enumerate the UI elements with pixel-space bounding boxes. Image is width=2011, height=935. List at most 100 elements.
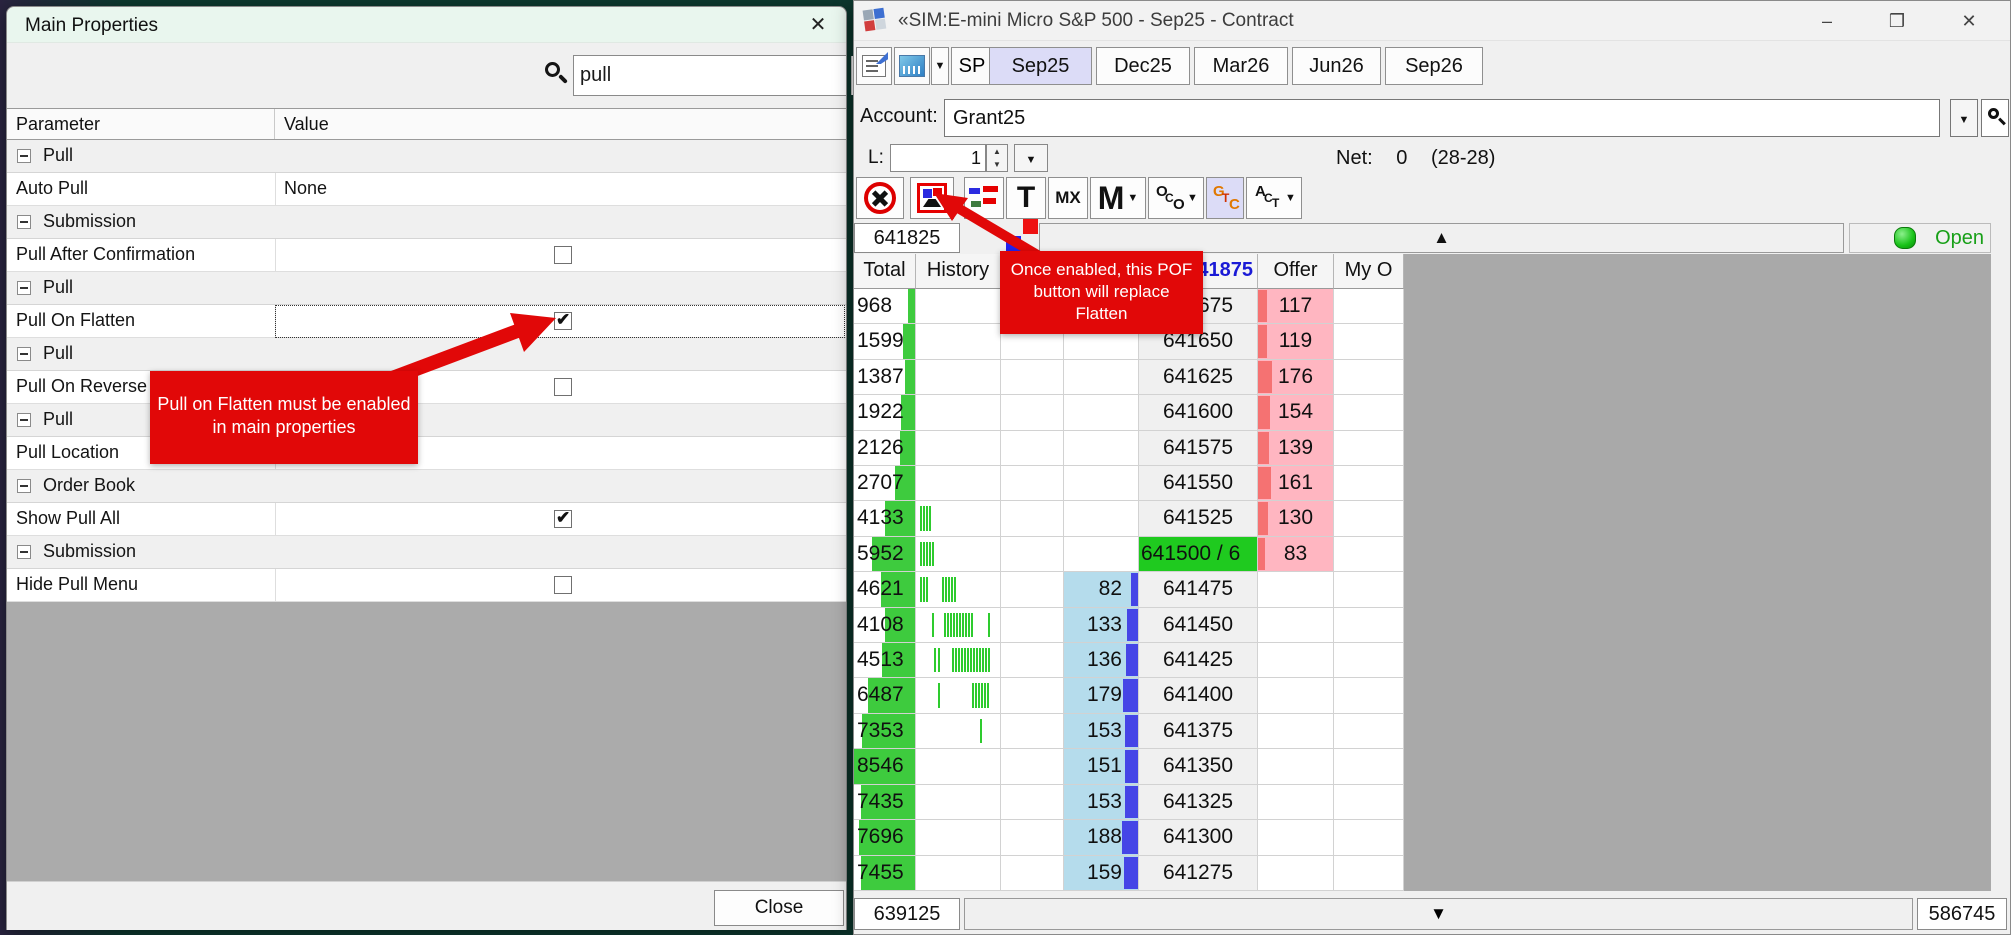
collapse-icon[interactable] [17,347,31,361]
total-cell[interactable]: 7435 [854,785,916,819]
my-offer-cell[interactable] [1334,360,1404,394]
my-offer-cell[interactable] [1334,501,1404,535]
bid-size-cell[interactable] [1064,395,1139,429]
my-offer-cell[interactable] [1334,537,1404,571]
account-type-button[interactable]: ACT ▼ [1246,177,1302,219]
my-offer-cell[interactable] [1334,643,1404,677]
price-cell[interactable]: 641600 [1139,395,1258,429]
total-cell[interactable]: 4513 [854,643,916,677]
history-cell[interactable] [916,360,1001,394]
history-cell[interactable] [916,537,1001,571]
bid-size-cell[interactable]: 153 [1064,785,1139,819]
symbol-selector[interactable]: SP [951,47,993,85]
my-bid-cell[interactable] [1001,749,1064,783]
offer-size-cell[interactable] [1258,856,1334,890]
offer-size-cell[interactable]: 154 [1258,395,1334,429]
bid-size-cell[interactable]: 151 [1064,749,1139,783]
my-offer-cell[interactable] [1334,466,1404,500]
total-cell[interactable]: 7696 [854,820,916,854]
offer-size-cell[interactable]: 161 [1258,466,1334,500]
title-bar[interactable]: Main Properties ✕ [7,7,846,43]
my-offer-cell[interactable] [1334,324,1404,358]
offer-size-cell[interactable]: 176 [1258,360,1334,394]
my-offer-cell[interactable] [1334,572,1404,606]
close-button[interactable]: Close [714,890,844,926]
value-checkbox[interactable] [554,576,572,594]
mx-button[interactable]: MX [1048,177,1088,219]
lots-input[interactable] [890,144,986,172]
parameter-row[interactable]: Pull On Flatten [7,305,846,338]
minimize-icon[interactable]: – [1804,5,1850,37]
total-cell[interactable]: 1922 [854,395,916,429]
price-cell[interactable]: 641350 [1139,749,1258,783]
chart-dropdown-button[interactable]: ▼ [931,47,949,85]
price-cell[interactable]: 641525 [1139,501,1258,535]
market-order-button[interactable]: M▼ [1090,177,1146,219]
history-cell[interactable] [916,466,1001,500]
ladder-column-header[interactable]: My O [1334,254,1404,289]
tab-jun26[interactable]: Jun26 [1292,47,1381,85]
pull-on-flatten-button[interactable] [910,177,954,219]
price-cell[interactable]: 641625 [1139,360,1258,394]
history-cell[interactable] [916,785,1001,819]
parameter-row[interactable]: Pull After Confirmation [7,239,846,272]
history-cell[interactable] [916,289,1001,323]
my-bid-cell[interactable] [1001,395,1064,429]
lots-dropdown-button[interactable]: ▼ [1014,144,1048,172]
bid-size-cell[interactable] [1064,431,1139,465]
price-cell[interactable]: 641300 [1139,820,1258,854]
my-offer-cell[interactable] [1334,714,1404,748]
my-bid-cell[interactable] [1001,572,1064,606]
total-cell[interactable]: 7353 [854,714,916,748]
value-checkbox[interactable] [554,246,572,264]
my-offer-cell[interactable] [1334,820,1404,854]
bid-size-cell[interactable] [1064,466,1139,500]
my-bid-cell[interactable] [1001,466,1064,500]
group-row[interactable]: Pull [7,272,846,305]
total-cell[interactable]: 4621 [854,572,916,606]
my-offer-cell[interactable] [1334,289,1404,323]
history-cell[interactable] [916,324,1001,358]
collapse-icon[interactable] [17,149,31,163]
scroll-up-button[interactable]: ▲ [1039,223,1844,253]
history-cell[interactable] [916,431,1001,465]
my-offer-cell[interactable] [1334,749,1404,783]
value-checkbox[interactable] [554,312,572,330]
tab-dec25[interactable]: Dec25 [1096,47,1190,85]
price-cell[interactable]: 641550 [1139,466,1258,500]
offer-size-cell[interactable] [1258,749,1334,783]
bid-size-cell[interactable] [1064,537,1139,571]
account-dropdown-button[interactable]: ▼ [1950,99,1978,137]
group-row[interactable]: Order Book [7,470,846,503]
history-cell[interactable] [916,501,1001,535]
total-cell[interactable]: 5952 [854,537,916,571]
offer-size-cell[interactable]: 83 [1258,537,1334,571]
bid-size-cell[interactable]: 179 [1064,678,1139,712]
price-cell[interactable]: 641375 [1139,714,1258,748]
bid-size-cell[interactable]: 188 [1064,820,1139,854]
collapse-icon[interactable] [17,215,31,229]
bottom-right-price-box[interactable]: 586745 [1917,898,2007,930]
offer-size-cell[interactable]: 119 [1258,324,1334,358]
parameter-row[interactable]: Pull Location [7,437,846,470]
search-input[interactable] [574,64,851,87]
history-cell[interactable] [916,643,1001,677]
tab-mar26[interactable]: Mar26 [1194,47,1288,85]
maximize-icon[interactable]: ❒ [1874,5,1920,37]
history-cell[interactable] [916,608,1001,642]
my-offer-cell[interactable] [1334,785,1404,819]
total-cell[interactable]: 4133 [854,501,916,535]
offer-size-cell[interactable] [1258,678,1334,712]
bid-size-cell[interactable] [1064,360,1139,394]
offer-size-cell[interactable] [1258,572,1334,606]
my-offer-cell[interactable] [1334,395,1404,429]
history-cell[interactable] [916,572,1001,606]
total-cell[interactable]: 4108 [854,608,916,642]
total-cell[interactable]: 968 [854,289,916,323]
group-row[interactable]: Pull [7,338,846,371]
price-cell[interactable]: 641275 [1139,856,1258,890]
offer-size-cell[interactable] [1258,608,1334,642]
account-search-button[interactable] [1981,99,2009,137]
price-cell[interactable]: 641425 [1139,643,1258,677]
lower-price-box[interactable]: 639125 [854,898,960,930]
